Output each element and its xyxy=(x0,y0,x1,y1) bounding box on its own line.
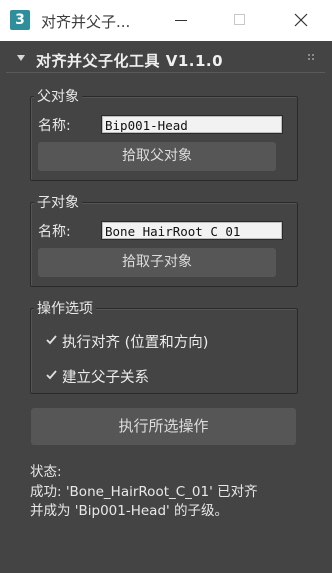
parent-name-label: 名称: xyxy=(38,118,71,134)
minimize-icon xyxy=(175,20,187,21)
link-checkbox[interactable] xyxy=(45,368,58,381)
options-group-label: 操作选项 xyxy=(34,298,96,318)
close-button[interactable] xyxy=(278,0,324,41)
pick-child-button[interactable]: 拾取子对象 xyxy=(38,248,276,277)
maximize-button[interactable] xyxy=(216,0,262,41)
child-name-field[interactable]: Bone_HairRoot_C_01 xyxy=(101,221,283,240)
pick-parent-button[interactable]: 拾取父对象 xyxy=(38,142,276,171)
align-checkbox[interactable] xyxy=(45,333,58,346)
minimize-button[interactable] xyxy=(158,0,204,41)
close-icon xyxy=(294,13,308,27)
status-message-line2: 并成为 'Bip001-Head' 的子级。 xyxy=(30,503,229,519)
child-group-label: 子对象 xyxy=(34,192,82,212)
execute-button[interactable]: 执行所选操作 xyxy=(31,408,296,445)
status-message-line1: 成功: 'Bone_HairRoot_C_01' 已对齐 xyxy=(30,484,258,500)
status-label: 状态: xyxy=(30,464,62,480)
collapse-arrow-icon[interactable] xyxy=(17,54,26,63)
maximize-icon xyxy=(234,14,245,25)
align-checkbox-label[interactable]: 执行对齐 (位置和方向) xyxy=(62,331,208,352)
parent-name-field[interactable]: Bip001-Head xyxy=(101,115,283,134)
link-checkbox-label[interactable]: 建立父子关系 xyxy=(62,366,149,387)
drag-grip-icon[interactable] xyxy=(308,54,316,62)
rollout-header[interactable]: 对齐并父子化工具 V1.1.0 xyxy=(6,46,326,72)
window-title: 对齐并父子... xyxy=(41,13,131,31)
parent-group-label: 父对象 xyxy=(34,86,82,106)
window-titlebar[interactable]: 3 对齐并父子... xyxy=(0,0,332,41)
app-icon: 3 xyxy=(10,10,30,30)
child-name-label: 名称: xyxy=(38,224,71,240)
rollout-title: 对齐并父子化工具 V1.1.0 xyxy=(36,52,224,70)
